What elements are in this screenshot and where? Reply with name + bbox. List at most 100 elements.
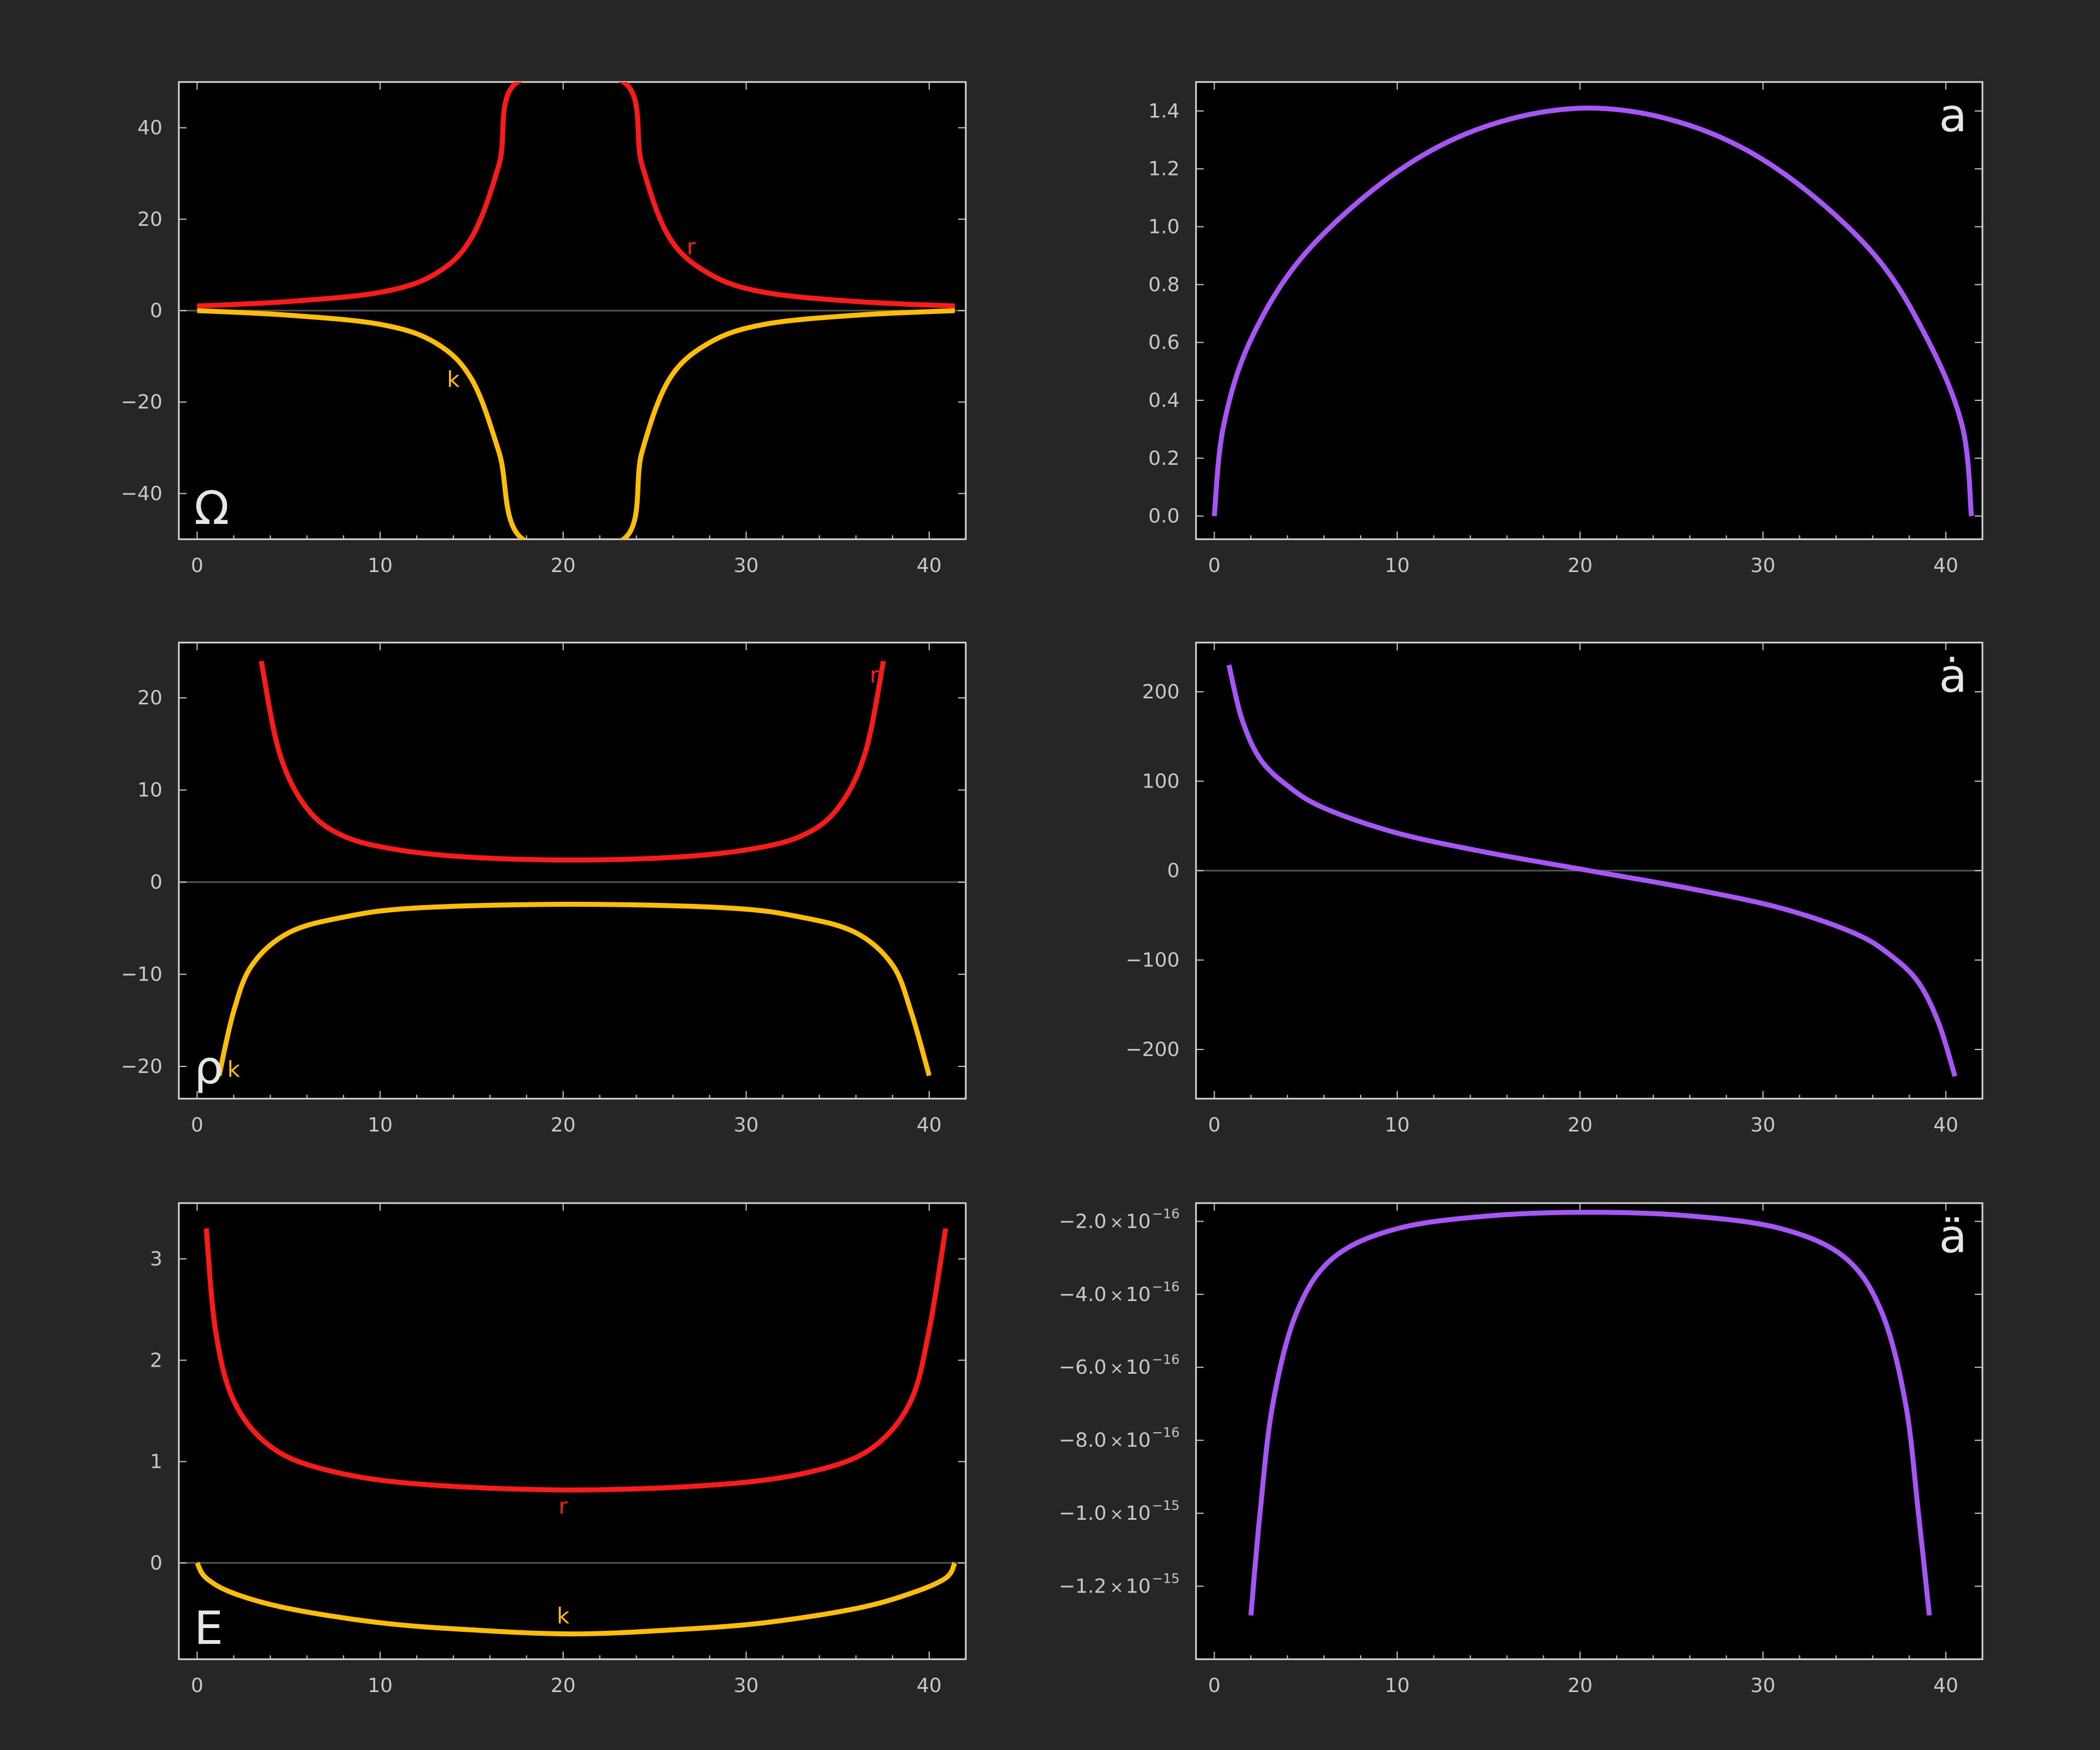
chart-panel-2: 0 10 20 30 40 0.0 0.2 0.4 0.6 0.8 1.0 1.2 1.4 a	[1148, 81, 1984, 577]
chart-panel-3: 0 10 20 30 40 20 10 0 −10 −20 r kρ	[121, 641, 967, 1136]
y-tick-mantissa: −1.0	[1059, 1502, 1106, 1525]
x-tick-label: 0	[1208, 1114, 1221, 1136]
y-tick-label: 10	[137, 779, 162, 802]
y-tick-exponent: −16	[1152, 1425, 1180, 1440]
x-tick-label: 0	[191, 555, 203, 577]
y-tick-mantissa: −1.2	[1059, 1576, 1106, 1598]
panel-label: ä	[1939, 1210, 1967, 1263]
y-tick-base: 10	[1126, 1210, 1151, 1233]
x-tick-label: 30	[734, 1675, 759, 1697]
y-tick-label: 3	[150, 1248, 162, 1270]
y-tick-label: 20	[137, 687, 162, 709]
y-tick-label: 200	[1142, 681, 1180, 703]
y-tick-label: 0.8	[1148, 273, 1180, 296]
x-tick-label: 0	[191, 1114, 203, 1136]
y-tick-label: −6.0 × 10−16	[1059, 1352, 1180, 1379]
x-tick-label: 20	[1567, 555, 1592, 577]
x-tick-label: 30	[1751, 555, 1776, 577]
y-tick-label: −10	[121, 964, 162, 986]
y-tick-label: −20	[121, 391, 162, 413]
x-tick-label: 10	[368, 1114, 393, 1136]
chart-panel-4: 0 10 20 30 40 200 100 0 −100 −200 ȧ	[1125, 641, 1984, 1136]
series-label-k: k	[228, 1057, 241, 1082]
y-tick-label: 0.0	[1148, 505, 1180, 528]
y-tick-mantissa: −6.0	[1059, 1356, 1106, 1379]
x-tick-label: 40	[917, 555, 942, 577]
y-tick-label: −20	[121, 1055, 162, 1078]
panel-label: E	[194, 1601, 223, 1655]
x-tick-label: 10	[368, 1675, 393, 1697]
y-tick-label: −40	[121, 482, 162, 505]
x-tick-label: 20	[551, 1675, 576, 1697]
y-tick-label: 0	[150, 300, 162, 322]
y-tick-base: 10	[1126, 1502, 1151, 1525]
y-tick-label: 1.2	[1148, 158, 1180, 180]
y-tick-times: ×	[1110, 1578, 1123, 1597]
plot-area	[1195, 81, 1984, 540]
y-tick-label: −2.0 × 10−16	[1059, 1206, 1180, 1233]
y-tick-label: 0	[1167, 860, 1180, 882]
panel-label: ρ	[194, 1041, 223, 1094]
y-tick-exponent: −15	[1152, 1498, 1180, 1513]
y-tick-exponent: −16	[1152, 1279, 1180, 1294]
y-tick-label: 2	[150, 1349, 162, 1372]
x-tick-label: 0	[191, 1675, 203, 1697]
y-tick-label: −200	[1125, 1039, 1180, 1061]
y-tick-times: ×	[1110, 1359, 1123, 1378]
x-tick-label: 20	[551, 555, 576, 577]
panel-label: ȧ	[1939, 649, 1967, 703]
series-label-k: k	[447, 367, 460, 392]
x-tick-label: 40	[1933, 555, 1958, 577]
series-label-r: r	[870, 663, 879, 688]
y-tick-label: 1.4	[1148, 100, 1180, 122]
y-tick-times: ×	[1110, 1286, 1123, 1305]
y-tick-base: 10	[1126, 1576, 1151, 1598]
y-tick-exponent: −16	[1152, 1206, 1180, 1221]
y-tick-exponent: −15	[1152, 1571, 1180, 1586]
y-tick-base: 10	[1126, 1430, 1151, 1452]
y-tick-times: ×	[1110, 1432, 1123, 1451]
y-tick-label: 20	[137, 208, 162, 231]
chart-panel-5: 0 10 20 30 403210rkE	[150, 1202, 967, 1697]
y-tick-label: −1.0 × 10−15	[1059, 1498, 1180, 1525]
y-tick-base: 10	[1126, 1356, 1151, 1379]
y-tick-label: −8.0 × 10−16	[1059, 1425, 1180, 1452]
x-tick-label: 30	[1751, 1114, 1776, 1136]
x-tick-label: 40	[917, 1114, 942, 1136]
y-tick-label: −100	[1125, 949, 1180, 972]
panel-label: Ω	[194, 481, 229, 535]
y-tick-base: 10	[1126, 1284, 1151, 1306]
x-tick-label: 30	[734, 1114, 759, 1136]
panel-label: a	[1939, 89, 1967, 142]
y-tick-mantissa: −2.0	[1059, 1210, 1106, 1233]
y-tick-times: ×	[1110, 1213, 1123, 1232]
x-tick-label: 0	[1208, 555, 1221, 577]
y-tick-label: 100	[1142, 770, 1180, 792]
plot-area	[178, 641, 967, 1100]
x-tick-label: 10	[1385, 1114, 1410, 1136]
x-tick-label: 30	[734, 555, 759, 577]
y-tick-mantissa: −8.0	[1059, 1430, 1106, 1452]
series-label-r: r	[559, 1494, 568, 1519]
y-tick-label: 0	[150, 871, 162, 894]
x-tick-label: 10	[368, 555, 393, 577]
y-tick-label: 1.0	[1148, 216, 1180, 238]
x-tick-label: 20	[1567, 1675, 1592, 1697]
y-tick-label: 0.2	[1148, 447, 1180, 470]
series-label-r: r	[687, 235, 696, 260]
y-tick-label: 0.6	[1148, 331, 1180, 354]
plot-area	[1195, 1202, 1984, 1660]
y-tick-times: ×	[1110, 1505, 1123, 1524]
x-tick-label: 10	[1385, 1675, 1410, 1697]
y-tick-exponent: −16	[1152, 1352, 1180, 1367]
y-tick-label: 0.4	[1148, 389, 1180, 412]
x-tick-label: 40	[917, 1675, 942, 1697]
x-tick-label: 40	[1933, 1114, 1958, 1136]
figure: 0 10 20 30 4040200−20−40rkΩ0 10 20 30 400.00.20.…	[121, 81, 1984, 1697]
chart-panel-1: 0 10 20 30 40 40 20 0 −20 −40 r k Ω	[121, 81, 967, 577]
y-tick-label: 1	[150, 1451, 162, 1473]
plot-area	[178, 1202, 967, 1660]
x-tick-label: 30	[1751, 1675, 1776, 1697]
x-tick-label: 0	[1208, 1675, 1221, 1697]
chart-panel-6: 0 10 20 30 40−2.0 × 10−16−4.0 × 10−16−6.0 × 10−16−…	[1059, 1202, 1984, 1697]
